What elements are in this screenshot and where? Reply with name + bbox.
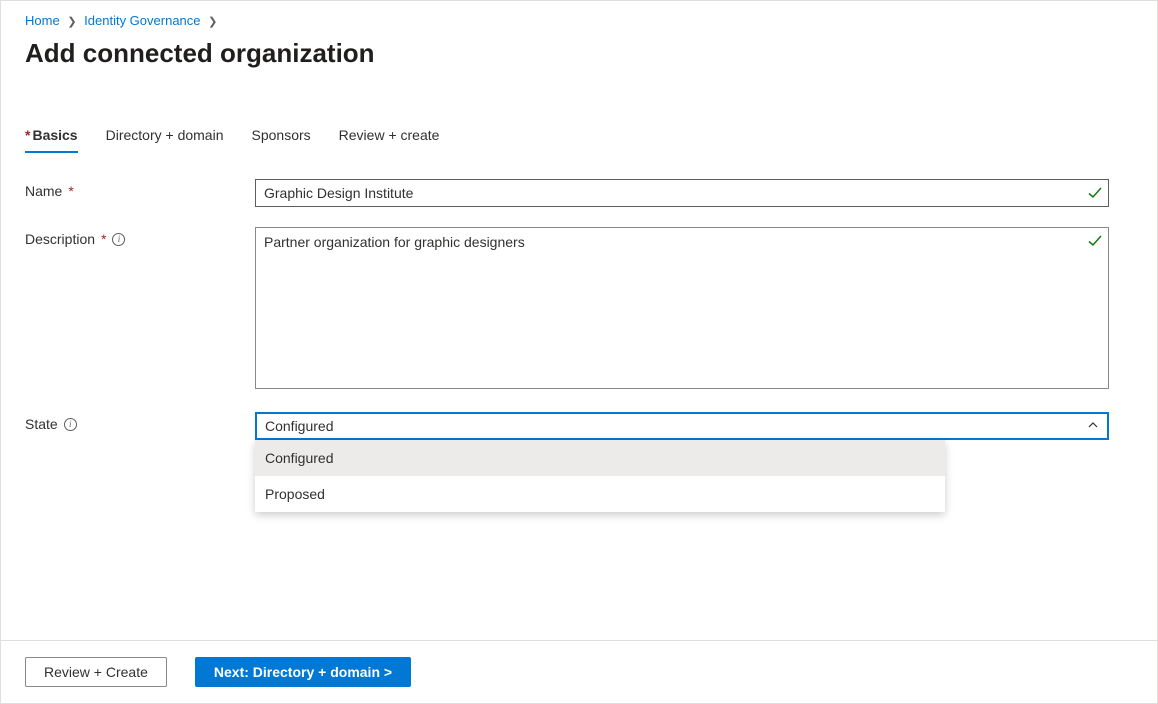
footer: Review + Create Next: Directory + domain… xyxy=(1,640,1157,703)
state-dropdown-wrap: Configured Configured Proposed xyxy=(255,412,1109,440)
breadcrumb: Home ❯ Identity Governance ❯ xyxy=(25,9,1149,36)
label-text: Name xyxy=(25,183,62,199)
tab-review-create[interactable]: Review + create xyxy=(339,125,440,153)
form-row-description: Description * i xyxy=(25,227,1149,392)
chevron-right-icon: ❯ xyxy=(204,16,221,28)
info-icon[interactable]: i xyxy=(112,233,125,246)
required-asterisk: * xyxy=(101,231,106,247)
tab-basics[interactable]: *Basics xyxy=(25,125,78,153)
label-text: State xyxy=(25,416,58,432)
label-text: Description xyxy=(25,231,95,247)
page-title: Add connected organization xyxy=(25,38,1149,69)
state-dropdown[interactable]: Configured xyxy=(255,412,1109,440)
description-input[interactable] xyxy=(255,227,1109,389)
dropdown-option-proposed[interactable]: Proposed xyxy=(255,476,945,512)
description-input-wrap xyxy=(255,227,1109,392)
description-label: Description * i xyxy=(25,227,255,247)
review-create-button[interactable]: Review + Create xyxy=(25,657,167,687)
form-row-name: Name * xyxy=(25,179,1149,207)
content-area: Home ❯ Identity Governance ❯ Add connect… xyxy=(1,1,1157,640)
dropdown-value: Configured xyxy=(265,418,334,434)
next-button[interactable]: Next: Directory + domain > xyxy=(195,657,411,687)
required-asterisk: * xyxy=(25,127,30,143)
info-icon[interactable]: i xyxy=(64,418,77,431)
state-dropdown-list: Configured Proposed xyxy=(255,440,945,512)
tabs: *Basics Directory + domain Sponsors Revi… xyxy=(25,125,1149,153)
tab-label: Review + create xyxy=(339,127,440,143)
form-row-state: State i Configured Configured Proposed xyxy=(25,412,1149,440)
chevron-up-icon xyxy=(1087,418,1099,434)
page-container: Home ❯ Identity Governance ❯ Add connect… xyxy=(0,0,1158,704)
name-label: Name * xyxy=(25,179,255,199)
tab-label: Sponsors xyxy=(252,127,311,143)
tab-sponsors[interactable]: Sponsors xyxy=(252,125,311,153)
breadcrumb-home[interactable]: Home xyxy=(25,13,60,28)
dropdown-option-configured[interactable]: Configured xyxy=(255,440,945,476)
tab-label: Directory + domain xyxy=(106,127,224,143)
breadcrumb-identity-governance[interactable]: Identity Governance xyxy=(84,13,200,28)
chevron-right-icon: ❯ xyxy=(63,16,80,28)
tab-directory-domain[interactable]: Directory + domain xyxy=(106,125,224,153)
name-input[interactable] xyxy=(255,179,1109,207)
name-input-wrap xyxy=(255,179,1109,207)
state-label: State i xyxy=(25,412,255,432)
tab-label: Basics xyxy=(32,127,77,143)
required-asterisk: * xyxy=(68,183,73,199)
